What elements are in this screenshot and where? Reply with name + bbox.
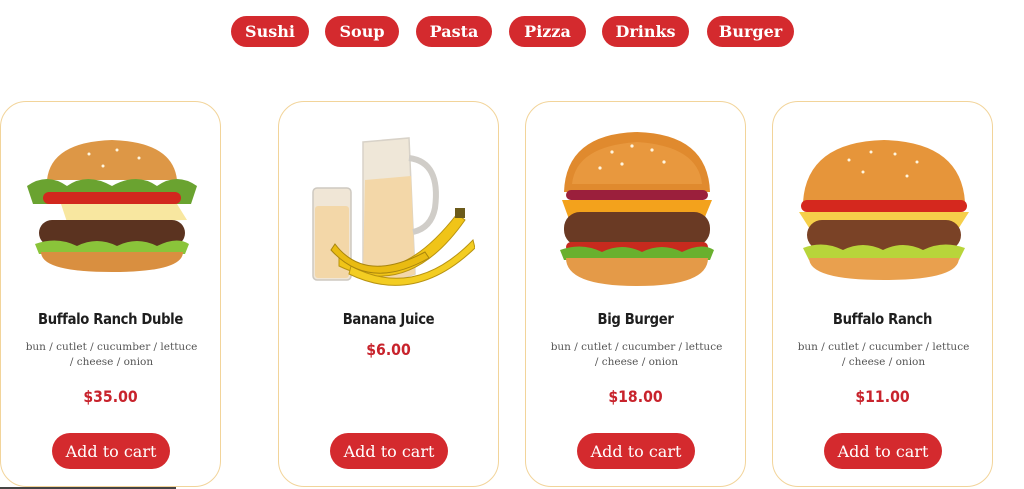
- buffalo-ranch-duble-image[interactable]: [27, 124, 197, 292]
- product-name: Buffalo Ranch: [832, 310, 933, 328]
- tab-burger[interactable]: Burger: [707, 16, 794, 47]
- tab-drinks[interactable]: Drinks: [602, 16, 689, 47]
- tab-pizza[interactable]: Pizza: [509, 16, 586, 47]
- product-card: Banana Juice $6.00 Add to cart: [278, 101, 499, 487]
- product-description: bun / cutlet / cucumber / lettuce / chee…: [797, 341, 970, 368]
- product-price: $6.00: [366, 340, 411, 359]
- product-description: bun / cutlet / cucumber / lettuce / chee…: [550, 341, 723, 368]
- product-price: $18.00: [608, 387, 663, 406]
- product-card: Buffalo Ranch Duble bun / cutlet / cucum…: [0, 101, 221, 487]
- product-price: $35.00: [83, 387, 138, 406]
- tab-sushi[interactable]: Sushi: [231, 16, 309, 47]
- tab-pasta[interactable]: Pasta: [416, 16, 492, 47]
- add-to-cart-button[interactable]: Add to cart: [52, 433, 170, 469]
- tab-soup[interactable]: Soup: [325, 16, 399, 47]
- product-price: $11.00: [855, 387, 910, 406]
- category-tabs: Sushi Soup Pasta Pizza Drinks Burger: [0, 16, 1024, 47]
- product-name: Buffalo Ranch Duble: [38, 310, 183, 328]
- add-to-cart-button[interactable]: Add to cart: [330, 433, 448, 469]
- product-card: Big Burger bun / cutlet / cucumber / let…: [525, 101, 746, 487]
- big-burger-image[interactable]: [552, 124, 722, 292]
- product-description: bun / cutlet / cucumber / lettuce / chee…: [25, 341, 198, 368]
- buffalo-ranch-image[interactable]: [799, 124, 969, 292]
- add-to-cart-button[interactable]: Add to cart: [824, 433, 942, 469]
- add-to-cart-button[interactable]: Add to cart: [577, 433, 695, 469]
- product-name: Banana Juice: [342, 310, 435, 328]
- product-card: Buffalo Ranch bun / cutlet / cucumber / …: [772, 101, 993, 487]
- banana-juice-image[interactable]: [305, 124, 475, 292]
- product-name: Big Burger: [597, 310, 674, 328]
